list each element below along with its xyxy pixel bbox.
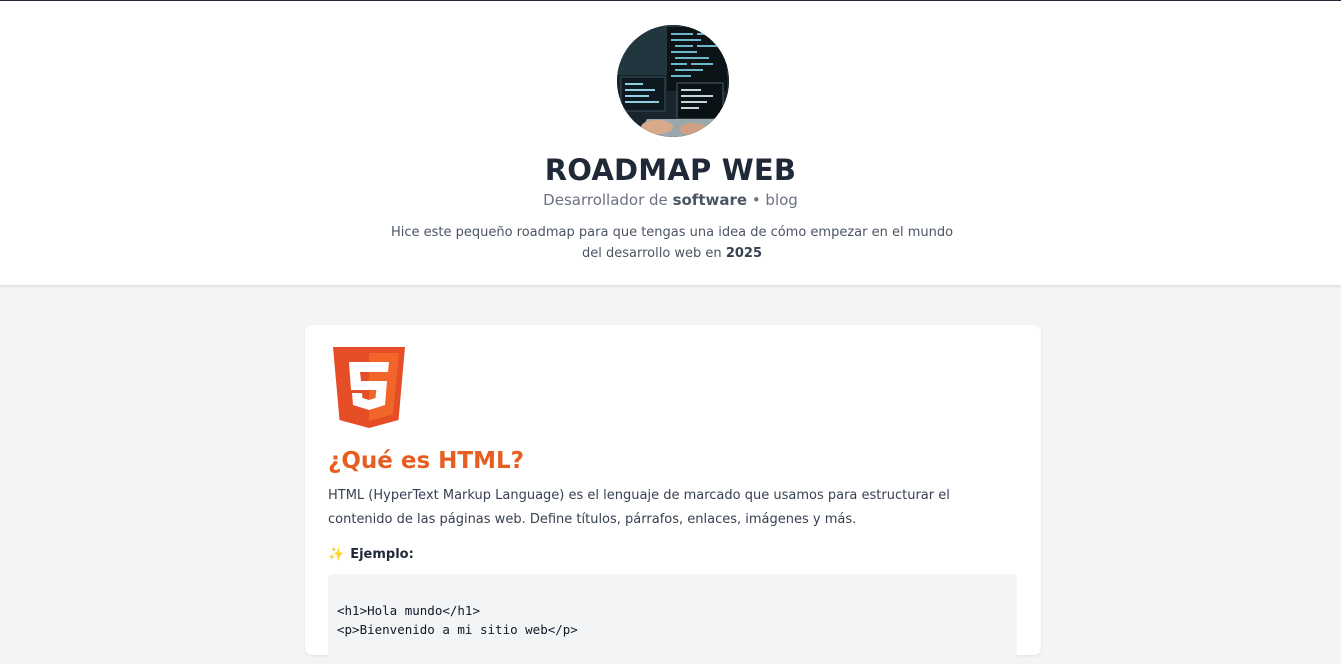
page-title: ROADMAP WEB	[544, 153, 797, 187]
page-header: ROADMAP WEB Desarrollador de software • …	[0, 1, 1341, 285]
subtitle: Desarrollador de software • blog	[0, 191, 1341, 209]
sparkle-icon: ✨	[328, 547, 345, 562]
subtitle-suffix: • blog	[747, 191, 798, 209]
html5-icon	[333, 347, 405, 429]
subtitle-highlight: software	[672, 191, 748, 209]
intro-body: Hice este pequeño roadmap para que tenga…	[390, 225, 954, 261]
card-title: ¿Qué es HTML?	[328, 448, 524, 474]
html-card: ¿Qué es HTML? HTML (HyperText Markup Lan…	[305, 325, 1041, 664]
example-label: Ejemplo:	[350, 547, 414, 562]
code-example: <h1>Hola mundo</h1> <p>Bienvenido a mi s…	[328, 574, 1017, 664]
card-description: HTML (HyperText Markup Language) es el l…	[328, 488, 950, 527]
avatar	[617, 25, 729, 137]
example-heading: ✨ Ejemplo:	[328, 547, 414, 562]
subtitle-prefix: Desarrollador de	[543, 191, 673, 209]
intro-year: 2025	[725, 246, 762, 261]
code-line: <h1>Hola mundo</h1>	[337, 603, 480, 618]
avatar-image	[617, 25, 729, 137]
intro-text: Hice este pequeño roadmap para que tenga…	[390, 222, 954, 264]
